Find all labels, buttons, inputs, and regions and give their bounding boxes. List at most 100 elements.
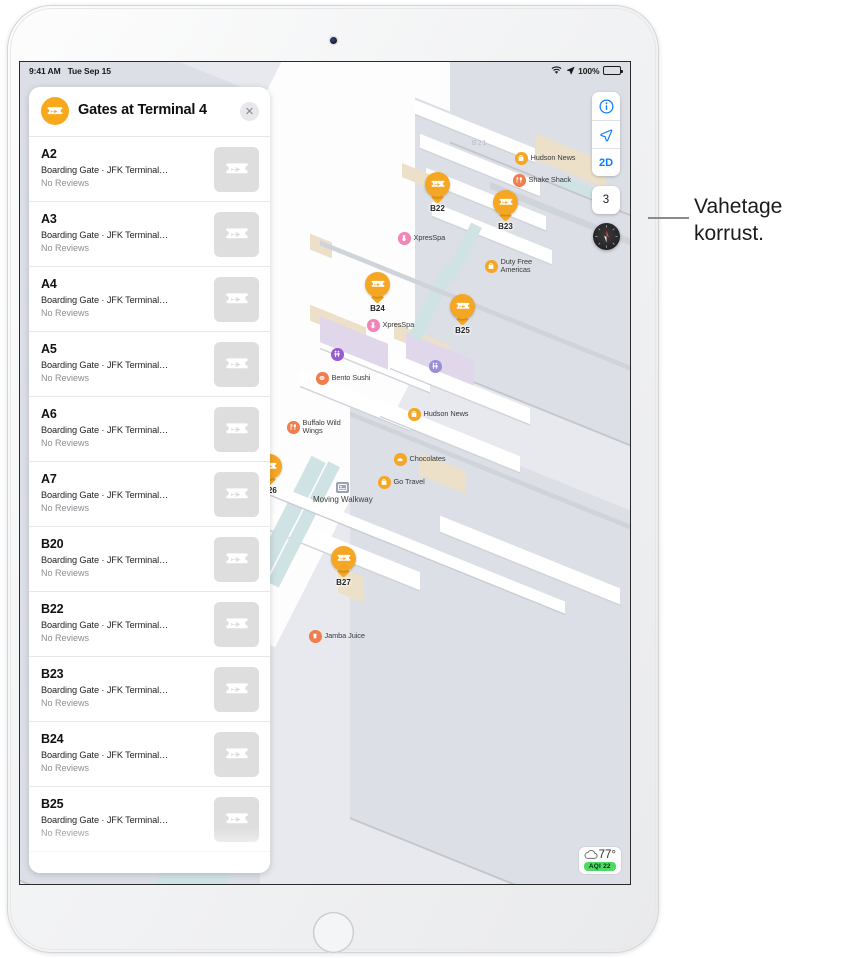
- map-poi-marker[interactable]: Bento Sushi: [316, 372, 370, 385]
- map-poi-marker[interactable]: [331, 348, 347, 361]
- location-arrow-icon: [600, 128, 613, 141]
- callout-text: Vahetage korrust.: [694, 195, 783, 245]
- restaurant-icon: [287, 421, 300, 434]
- gate-item-reviews: No Reviews: [41, 502, 90, 513]
- gate-list-item[interactable]: B20 Boarding Gate · JFK Terminal… No Revie…: [29, 527, 270, 592]
- boarding-pass-icon: [214, 602, 259, 647]
- map-poi-label: Chocolates: [409, 454, 446, 464]
- cloud-icon: [584, 849, 598, 859]
- boarding-pass-icon: [365, 272, 390, 297]
- boarding-pass-icon: [214, 277, 259, 322]
- map-gate-pin-label: B22: [430, 204, 445, 213]
- gate-list-item[interactable]: A2 Boarding Gate · JFK Terminal… No Review…: [29, 137, 270, 202]
- map-poi-label: XpresSpa: [382, 320, 415, 330]
- map-gate-pin-label: B24: [370, 304, 385, 313]
- boarding-pass-icon: [41, 97, 69, 125]
- map-poi-marker[interactable]: Hudson News: [515, 152, 576, 165]
- map-gate-pin[interactable]: B24: [365, 272, 390, 313]
- sidebar-header: Gates at Terminal 4 ✕: [29, 87, 270, 137]
- gate-item-reviews: No Reviews: [41, 632, 90, 643]
- gate-item-reviews: No Reviews: [41, 242, 90, 253]
- gate-item-text: A3 Boarding Gate · JFK Terminal… No Review…: [41, 212, 206, 253]
- weather-temperature: 77°: [598, 848, 616, 861]
- home-button[interactable]: [312, 912, 354, 953]
- map-gate-pin[interactable]: B27: [331, 546, 356, 587]
- gate-item-reviews: No Reviews: [41, 827, 90, 838]
- map-gate-pin[interactable]: B22: [425, 172, 450, 213]
- gate-list-item[interactable]: A3 Boarding Gate · JFK Terminal… No Review…: [29, 202, 270, 267]
- compass-icon[interactable]: [592, 223, 620, 250]
- info-button[interactable]: [592, 92, 620, 120]
- restroom-icon: [429, 360, 442, 373]
- gate-item-name: A3: [41, 212, 57, 226]
- gate-item-subtitle: Boarding Gate · JFK Terminal…: [41, 750, 169, 761]
- cafe-icon: [316, 372, 329, 385]
- boarding-pass-icon: [214, 667, 259, 712]
- map-poi-label: Jamba Juice: [324, 631, 365, 641]
- moving-walkway-text: Moving Walkway: [313, 495, 373, 504]
- aqi-badge: AQI 22: [583, 862, 616, 871]
- gate-list-item[interactable]: A4 Boarding Gate · JFK Terminal… No Review…: [29, 267, 270, 332]
- gate-list-item[interactable]: A5 Boarding Gate · JFK Terminal… No Review…: [29, 332, 270, 397]
- map-poi-marker[interactable]: Buffalo Wild Wings: [287, 418, 351, 436]
- boarding-pass-icon: [214, 147, 259, 192]
- gate-list[interactable]: A2 Boarding Gate · JFK Terminal… No Review…: [29, 137, 270, 873]
- map-gate-pin[interactable]: B23: [493, 190, 518, 231]
- gate-item-reviews: No Reviews: [41, 697, 90, 708]
- map-poi-label: XpresSpa: [413, 233, 446, 243]
- sweets-icon: [394, 453, 407, 466]
- boarding-pass-icon: [425, 172, 450, 197]
- boarding-pass-icon: [493, 190, 518, 215]
- gate-item-text: B23 Boarding Gate · JFK Terminal… No Revie…: [41, 667, 206, 708]
- map-poi-marker[interactable]: Jamba Juice: [309, 630, 365, 643]
- gate-item-subtitle: Boarding Gate · JFK Terminal…: [41, 490, 169, 501]
- gate-list-item[interactable]: B25 Boarding Gate · JFK Terminal… No Revie…: [29, 787, 270, 852]
- ipad-screen: B21 Hudson News Shake Shack XpresSpa Duty F…: [19, 61, 631, 885]
- close-icon[interactable]: ✕: [240, 101, 259, 121]
- map-poi-label: Hudson News: [530, 153, 576, 163]
- gate-list-item[interactable]: A7 Boarding Gate · JFK Terminal… No Review…: [29, 462, 270, 527]
- map-poi-marker[interactable]: Duty Free Americas: [485, 257, 549, 275]
- gate-list-item[interactable]: B24 Boarding Gate · JFK Terminal… No Revie…: [29, 722, 270, 787]
- gate-item-subtitle: Boarding Gate · JFK Terminal…: [41, 360, 169, 371]
- shopping-bag-icon: [485, 260, 498, 273]
- map-control-stack: 2D: [592, 92, 620, 176]
- battery-percent: 100%: [578, 65, 600, 76]
- map-gate-pin-label: B27: [336, 578, 351, 587]
- map-poi-marker[interactable]: XpresSpa: [398, 232, 445, 245]
- map-moving-walkway-label: Moving Walkway: [313, 482, 373, 504]
- boarding-pass-icon: [214, 797, 259, 842]
- shopping-bag-icon: [515, 152, 528, 165]
- gate-item-reviews: No Reviews: [41, 372, 90, 383]
- page-title: Gates at Terminal 4: [78, 102, 207, 119]
- gate-list-item[interactable]: B23 Boarding Gate · JFK Terminal… No Revie…: [29, 657, 270, 722]
- gates-sidebar-card: Gates at Terminal 4 ✕ A2 Boarding Gate · …: [29, 87, 270, 873]
- gate-item-reviews: No Reviews: [41, 307, 90, 318]
- restaurant-icon: [513, 174, 526, 187]
- gate-item-text: B20 Boarding Gate · JFK Terminal… No Revie…: [41, 537, 206, 578]
- map-poi-marker[interactable]: Chocolates: [394, 453, 446, 466]
- map-poi-marker[interactable]: XpresSpa: [367, 319, 414, 332]
- location-arrow-icon: [566, 66, 575, 75]
- locate-me-button[interactable]: [592, 120, 620, 148]
- map-poi-label: Go Travel: [393, 477, 425, 487]
- info-circle-icon: [599, 99, 613, 113]
- floor-selector-button[interactable]: 3: [592, 186, 620, 214]
- weather-widget[interactable]: 77° AQI 22: [578, 846, 621, 874]
- map-poi-marker[interactable]: Go Travel: [378, 476, 425, 489]
- map-poi-label: Shake Shack: [528, 175, 572, 185]
- map-poi-marker[interactable]: Hudson News: [408, 408, 469, 421]
- map-poi-marker[interactable]: [429, 360, 445, 373]
- gate-item-name: A5: [41, 342, 57, 356]
- gate-list-item[interactable]: A6 Boarding Gate · JFK Terminal… No Review…: [29, 397, 270, 462]
- map-poi-marker[interactable]: Shake Shack: [513, 174, 571, 187]
- boarding-pass-icon: [331, 546, 356, 571]
- dimension-toggle-button[interactable]: 2D: [592, 148, 620, 176]
- map-gate-pin[interactable]: B25: [450, 294, 475, 335]
- gate-item-text: A4 Boarding Gate · JFK Terminal… No Review…: [41, 277, 206, 318]
- gate-item-name: B24: [41, 732, 64, 746]
- map-faint-gate-label: B21: [472, 140, 488, 147]
- gate-item-subtitle: Boarding Gate · JFK Terminal…: [41, 620, 169, 631]
- gate-list-item[interactable]: B22 Boarding Gate · JFK Terminal… No Revie…: [29, 592, 270, 657]
- gate-item-subtitle: Boarding Gate · JFK Terminal…: [41, 165, 169, 176]
